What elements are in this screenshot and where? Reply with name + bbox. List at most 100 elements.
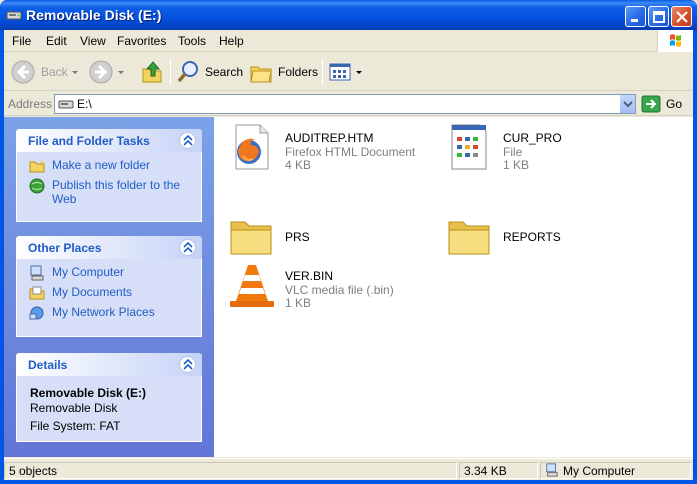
up-folder-icon [142,61,162,83]
details-filesystem: File System: FAT [30,419,121,433]
address-bar: Address E:\ Go [4,92,693,116]
views-button[interactable] [328,58,362,86]
menu-file[interactable]: File [12,34,31,48]
menu-view[interactable]: View [80,34,106,48]
menu-help[interactable]: Help [219,34,244,48]
task-pane: File and Folder Tasks Make a new folder [4,117,214,457]
folder-name: PRS [285,230,310,244]
minimize-button[interactable] [625,6,646,27]
menu-edit[interactable]: Edit [46,34,67,48]
window-client: File Edit View Favorites Tools Help Back… [4,30,693,480]
status-objects: 5 objects [4,462,457,479]
minimize-icon [631,19,638,22]
collapse-button[interactable] [179,132,196,149]
file-name: AUDITREP.HTM [285,131,374,145]
collapse-button[interactable] [179,356,196,373]
back-dropdown-icon [71,70,78,74]
menu-tools[interactable]: Tools [178,34,206,48]
double-chevron-up-icon [183,359,193,370]
file-size: 1 KB [285,296,312,310]
windows-flag-icon [670,34,681,47]
folder-icon [230,221,272,255]
toolbar-separator [322,59,323,85]
file-folder-tasks-panel: File and Folder Tasks Make a new folder [16,129,202,222]
file-size: 1 KB [503,158,530,172]
file-name: CUR_PRO [503,131,562,145]
folders-button[interactable]: Folders [249,58,318,86]
folders-label: Folders [278,65,319,79]
search-icon [177,61,198,83]
panel-title: File and Folder Tasks [28,134,150,148]
panel-header[interactable]: File and Folder Tasks [16,129,202,152]
my-computer-link[interactable]: My Computer [17,265,201,285]
removable-disk-icon [6,11,22,20]
search-label: Search [205,65,244,79]
address-dropdown[interactable] [619,95,635,113]
folder-item[interactable]: PRS [228,213,438,267]
go-button[interactable]: Go [641,94,682,114]
menu-edit-label: Edit [46,34,67,48]
new-folder-icon [29,159,45,173]
menu-help-label: Help [219,34,244,48]
search-button[interactable]: Search [176,58,243,86]
forward-button[interactable] [88,58,124,86]
file-type: Firefox HTML Document [285,145,416,159]
file-type: File [503,145,523,159]
my-computer-icon [30,265,44,281]
up-folder-button[interactable] [140,58,164,86]
panel-body: My Computer My Documents My Network Plac… [16,259,202,337]
details-type: Removable Disk [30,401,118,415]
panel-header[interactable]: Other Places [16,236,202,259]
address-input[interactable]: E:\ [54,94,636,114]
back-label: Back [41,65,68,79]
panel-body: Removable Disk (E:) Removable Disk File … [16,376,202,442]
back-button[interactable]: Back [10,58,78,86]
title-bar[interactable]: Removable Disk (E:) [0,0,697,30]
make-new-folder-link[interactable]: Make a new folder [17,158,201,178]
folder-item[interactable]: REPORTS [446,213,656,267]
maximize-icon [653,11,665,23]
network-places-icon [29,306,44,320]
collapse-button[interactable] [179,239,196,256]
status-location: My Computer [540,462,691,479]
maximize-button[interactable] [648,6,669,27]
details-panel: Details Removable Disk (E:) Removable Di… [16,353,202,442]
panel-body: Make a new folder Publish this folder to… [16,152,202,222]
status-location-label: My Computer [563,464,636,478]
my-documents-link[interactable]: My Documents [17,285,201,305]
menu-tools-label: Tools [178,34,207,48]
place-label: My Documents [52,285,133,299]
file-item[interactable]: VER.BIN VLC media file (.bin) 1 KB [228,261,438,315]
close-icon [676,11,688,23]
my-network-places-link[interactable]: My Network Places [17,305,201,325]
publish-to-web-link[interactable]: Publish this folder to the Web [17,178,201,212]
generic-file-icon [451,124,487,170]
file-item[interactable]: AUDITREP.HTM Firefox HTML Document 4 KB [228,123,438,177]
vlc-cone-icon [230,265,274,307]
menu-bar: File Edit View Favorites Tools Help [4,30,693,52]
chevron-down-icon [623,101,633,108]
other-places-panel: Other Places My Computer My Documents My… [16,236,202,337]
details-name: Removable Disk (E:) [30,386,147,400]
panel-title: Details [28,358,68,372]
folders-icon [250,66,272,83]
task-label: Make a new folder [52,158,151,172]
menu-favorites[interactable]: Favorites [117,34,166,48]
my-documents-icon [29,286,45,300]
panel-title: Other Places [28,241,102,255]
my-computer-icon [546,463,558,477]
status-size: 3.34 KB [459,462,538,479]
views-icon [329,63,351,81]
status-bar: 5 objects 3.34 KB My Computer [4,458,693,480]
forward-arrow-icon [89,60,113,84]
toolbar-separator [170,59,171,85]
file-list[interactable]: AUDITREP.HTM Firefox HTML Document 4 KB … [214,117,693,457]
window-title: Removable Disk (E:) [26,7,162,23]
file-name: VER.BIN [285,269,334,283]
panel-header[interactable]: Details [16,353,202,376]
go-label: Go [666,97,683,111]
close-button[interactable] [671,6,692,27]
toolbar: Back Search Folders [4,53,693,91]
menu-favorites-label: Favorites [117,34,167,48]
file-item[interactable]: CUR_PRO File 1 KB [446,123,656,177]
